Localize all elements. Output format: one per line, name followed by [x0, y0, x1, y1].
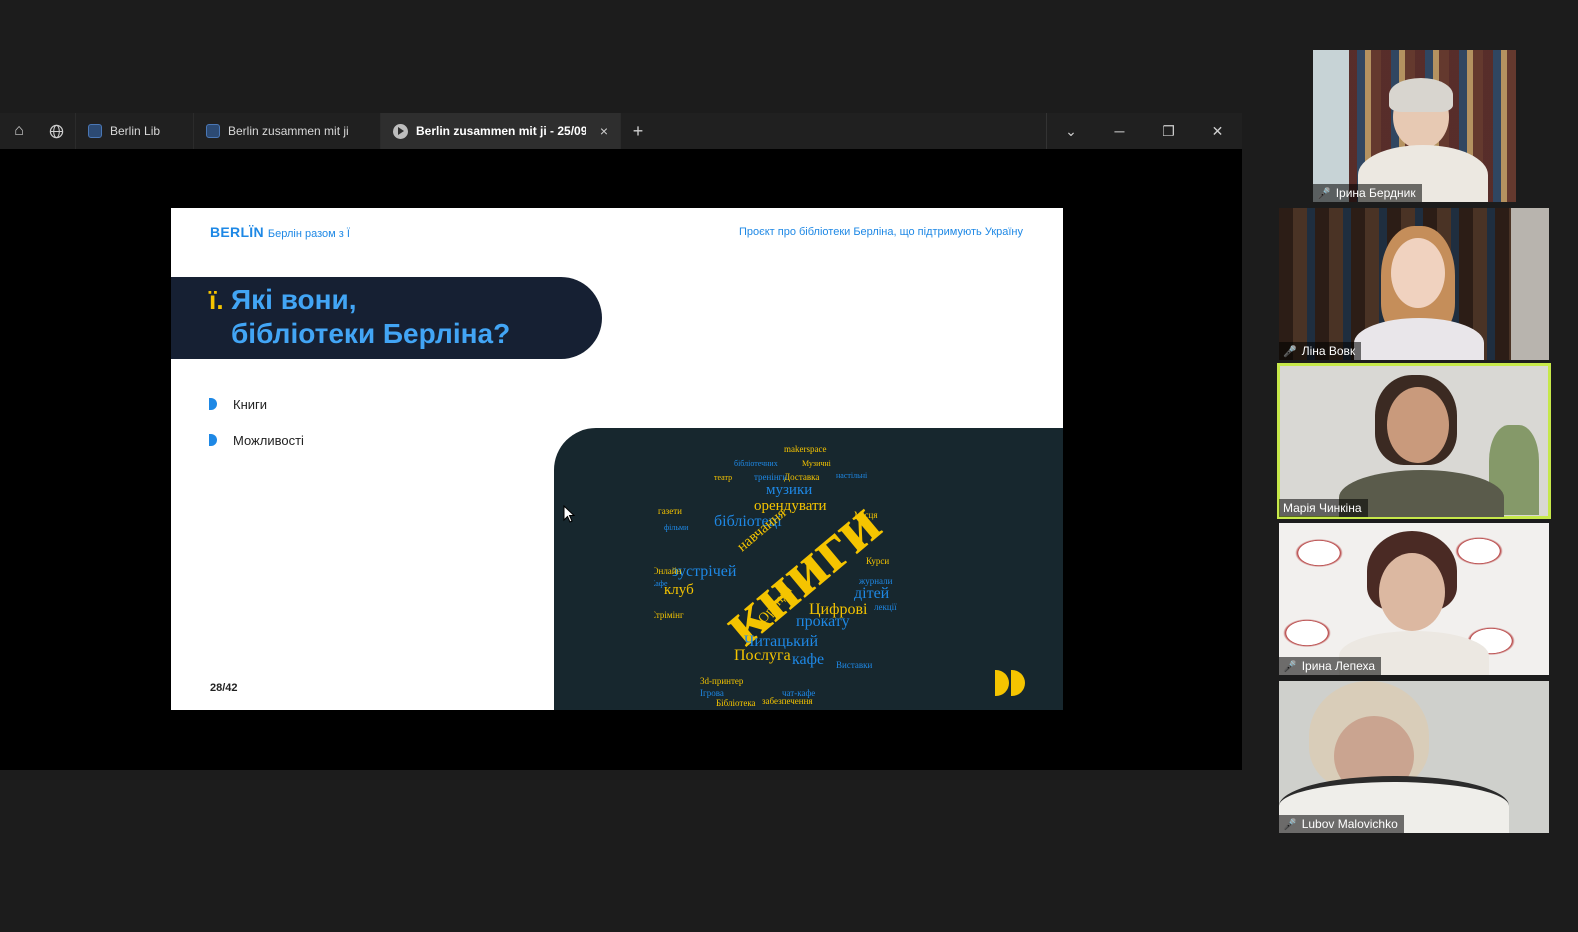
cloud-word: прокату [796, 613, 850, 630]
word-cloud-panel: книги makerspace бібліотечних Музичні насті… [554, 428, 1063, 710]
cloud-word: клуб [664, 582, 694, 598]
cloud-word: лекції [874, 602, 897, 612]
play-icon [393, 123, 408, 139]
bullet-item: Книги [209, 386, 304, 422]
cloud-word: makerspace [784, 444, 826, 454]
cloud-word: театр [714, 473, 732, 482]
participant-name-tag: 🎤 Ліна Вовк [1279, 342, 1362, 360]
close-tab-icon[interactable]: × [600, 123, 608, 139]
participant-name: Ірина Бердник [1335, 186, 1416, 200]
bullet-label: Можливості [233, 432, 304, 448]
participant-name: Ірина Лепеха [1301, 659, 1376, 673]
chevron-down-icon[interactable]: ⌄ [1046, 113, 1095, 149]
cloud-word: Курси [866, 556, 889, 566]
cloud-word: газети [658, 506, 682, 516]
participant-name-tag: 🎤 Ірина Лепеха [1279, 657, 1382, 675]
new-tab-button[interactable]: + [621, 121, 655, 142]
participant-face [1379, 553, 1445, 631]
tab-label: Berlin zusammen mit ji - 25/09/ Bє [416, 124, 586, 138]
brand: BERLÏN Берлін разом з Ї [210, 224, 350, 240]
cloud-word: музики [766, 482, 812, 498]
forward-logo-icon [995, 670, 1025, 696]
door-background [1511, 208, 1549, 360]
bullet-icon [209, 434, 217, 446]
globe-icon[interactable] [38, 113, 76, 149]
participant-tile[interactable]: 🎤 Lubov Malovichko [1279, 681, 1549, 833]
cloud-word: бібліотечних [734, 459, 778, 468]
page-number: 28/42 [210, 682, 238, 694]
cloud-word: журнали [858, 576, 893, 586]
tab-favicon-icon [88, 124, 102, 138]
participant-body [1354, 318, 1484, 360]
participant-face [1387, 387, 1449, 463]
berlin-logo: BERLÏN [210, 224, 264, 240]
slide-tagline: Проєкт про бібліотеки Берліна, що підтри… [738, 226, 1023, 238]
window-background [1313, 50, 1349, 202]
home-icon[interactable]: ⌂ [0, 113, 38, 149]
cloud-word: настільні [836, 471, 868, 480]
cloud-word: Доставка [784, 472, 819, 482]
cloud-word: орендувати [754, 498, 827, 514]
cloud-word: 3d-принтер [700, 676, 744, 686]
participant-face [1391, 238, 1445, 308]
cloud-word: Бібліотека [716, 698, 756, 706]
brand-subtitle: Берлін разом з Ї [267, 228, 350, 240]
cloud-word: забезпечення [762, 696, 813, 706]
participant-name-tag: 🎤 Ірина Бердник [1313, 184, 1422, 202]
cloud-word: Стрімінг [654, 610, 684, 620]
mic-muted-icon: 🎤 [1283, 818, 1297, 831]
participant-name: Марія Чинкіна [1283, 501, 1362, 515]
close-window-icon[interactable]: ✕ [1193, 113, 1242, 149]
bullet-list: Книги Можливості [209, 386, 304, 458]
cloud-word: Виставки [836, 660, 872, 670]
cloud-word: Кафе [654, 579, 668, 588]
cloud-word: Музичні [802, 459, 832, 468]
cloud-word: Місця [854, 510, 877, 520]
word-cloud: книги makerspaceбібліотечних Музичнінасті… [654, 444, 897, 706]
participant-hair [1389, 78, 1453, 112]
bullet-icon [209, 398, 217, 410]
meeting-window: ⌂ Berlin Lib Berlin zusammen mit ji Berl… [0, 0, 1578, 932]
shared-screen: ⌂ Berlin Lib Berlin zusammen mit ji Berl… [0, 113, 1242, 770]
title-mark: ї. [209, 285, 224, 315]
cloud-word: кафе [792, 651, 824, 668]
presentation-slide: BERLÏN Берлін разом з Ї Проєкт про бібл… [171, 208, 1063, 710]
mic-muted-icon: 🎤 [1283, 660, 1297, 673]
bullet-label: Книги [233, 396, 268, 412]
browser-tabbar: ⌂ Berlin Lib Berlin zusammen mit ji Berl… [0, 113, 1242, 149]
browser-tab[interactable]: Berlin zusammen mit ji [194, 113, 381, 149]
tab-label: Berlin Lib [110, 124, 161, 138]
participant-tile-active-speaker[interactable]: Марія Чинкіна [1277, 363, 1551, 519]
cloud-word: Ігрова [700, 688, 724, 698]
slide-title-box: ї. Які вони, бібліотеки Берліна? [171, 277, 602, 359]
participant-name: Lubov Malovichko [1301, 817, 1398, 831]
tab-favicon-icon [206, 124, 220, 138]
participant-name: Ліна Вовк [1301, 344, 1356, 358]
restore-icon[interactable]: ❐ [1144, 113, 1193, 149]
slide-title: Які вони, бібліотеки Берліна? [231, 283, 591, 351]
minimize-icon[interactable]: ─ [1095, 113, 1144, 149]
browser-tab-active[interactable]: Berlin zusammen mit ji - 25/09/ Bє × [381, 113, 621, 149]
title-line: бібліотеки Берліна? [231, 318, 511, 349]
participant-tile[interactable]: 🎤 Ірина Лепеха [1279, 523, 1549, 675]
participant-name-tag: Марія Чинкіна [1279, 499, 1368, 517]
cloud-word: Онлайн [654, 566, 682, 576]
bullet-item: Можливості [209, 422, 304, 458]
participant-name-tag: 🎤 Lubov Malovichko [1279, 815, 1404, 833]
cloud-word: дітей [854, 585, 890, 602]
mic-muted-icon: 🎤 [1283, 345, 1297, 358]
title-line: Які вони, [231, 284, 357, 315]
browser-tab[interactable]: Berlin Lib [76, 113, 194, 149]
cloud-word: зустрічей [672, 563, 737, 580]
mic-muted-icon: 🎤 [1317, 187, 1331, 200]
window-controls: ⌄ ─ ❐ ✕ [1046, 113, 1242, 149]
cloud-word: Послуга [734, 647, 791, 664]
mouse-cursor-icon [563, 505, 575, 523]
cloud-word: тренінги [754, 472, 787, 482]
cloud-word: фільми [664, 523, 689, 532]
tab-label: Berlin zusammen mit ji [228, 124, 349, 138]
participant-tile[interactable]: 🎤 Ірина Бердник [1313, 50, 1516, 202]
participant-tile[interactable]: 🎤 Ліна Вовк [1279, 208, 1549, 360]
